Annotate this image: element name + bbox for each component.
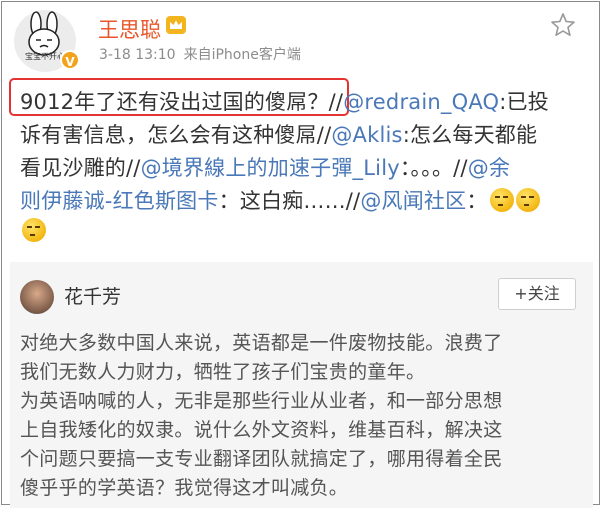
quoted-text-line: 个问题只要搞一支专业翻译团队就搞定了，哪用得着全民 <box>20 448 503 470</box>
author-name[interactable]: 王思聪 <box>98 14 161 44</box>
quoted-text-line: 我们无数人力财力，牺牲了孩子们宝贵的童年。 <box>20 361 426 383</box>
post-text-segment: :怎么每天都能 <box>402 123 538 147</box>
mention-link[interactable]: @redrain_QAQ <box>343 90 499 114</box>
mention-link[interactable]: @Aklis <box>331 123 402 147</box>
post-text-line-4: 则伊藤诚-红色斯图卡：这白痴……//@风闻社区： <box>20 185 540 215</box>
post-text-segment: ：。。。// <box>399 156 468 180</box>
mention-link[interactable]: 则伊藤诚-红色斯图卡 <box>20 189 219 213</box>
post-source[interactable]: 来自iPhone客户端 <box>184 47 301 63</box>
post-text-segment: 诉有害信息，怎么会有这种傻屌// <box>20 123 332 147</box>
quoted-author-avatar[interactable] <box>20 280 54 314</box>
post-timestamp: 3-18 13:10 <box>99 47 176 63</box>
post-text-line-1: 9012年了还有没出过国的傻屌？//@redrain_QAQ:已投 <box>20 86 549 116</box>
post-text-line-2: 诉有害信息，怎么会有这种傻屌//@Aklis:怎么每天都能 <box>20 119 537 149</box>
post-text-segment: ：这白痴……// <box>218 189 361 213</box>
post-meta: 3-18 13:10 来自iPhone客户端 <box>99 44 301 64</box>
weibo-post: 宝宝不开心 V 王思聪 3-18 13:10 来自iPhone客户端 9012年了… <box>1 1 600 508</box>
grin-emoji <box>515 188 540 212</box>
mention-link[interactable]: @风闻社区 <box>360 189 466 213</box>
mention-link[interactable]: @余 <box>468 156 510 180</box>
quoted-text-line: 对绝大多数中国人来说，英语都是一件废物技能。浪费了 <box>20 332 503 354</box>
quoted-text-line: 上自我矮化的奴隶。说什么外文资料，维基百科，解决这 <box>20 419 503 441</box>
grin-emoji <box>22 218 46 242</box>
mention-link[interactable]: @境界線上的加速子彈_Lily <box>141 156 400 180</box>
grin-emoji <box>489 188 514 212</box>
post-text-segment: 看见沙雕的// <box>20 156 141 180</box>
crown-icon <box>166 16 186 34</box>
quoted-author-name[interactable]: 花千芳 <box>64 282 121 309</box>
quoted-text-line: 傻乎乎的学英语？我觉得这才叫减负。 <box>20 477 349 499</box>
verified-badge-icon: V <box>60 50 80 70</box>
post-text-line-3: 看见沙雕的//@境界線上的加速子彈_Lily：。。。//@余 <box>20 152 510 182</box>
quoted-post[interactable]: 花千芳 +关注 对绝大多数中国人来说，英语都是一件废物技能。浪费了 我们无数人力… <box>10 262 593 508</box>
post-text-segment: 9012年了还有没出过国的傻屌？ <box>20 90 329 114</box>
post-text-segment: :已投 <box>499 90 549 114</box>
post-text-segment: // <box>328 90 344 114</box>
post-text-line-5 <box>20 218 46 243</box>
quoted-text-line: 为英语呐喊的人，无非是那些行业从业者，和一部分思想 <box>20 390 503 412</box>
post-text-segment: ： <box>466 189 488 213</box>
favorite-star-icon[interactable] <box>550 12 576 38</box>
follow-button[interactable]: +关注 <box>498 278 576 310</box>
